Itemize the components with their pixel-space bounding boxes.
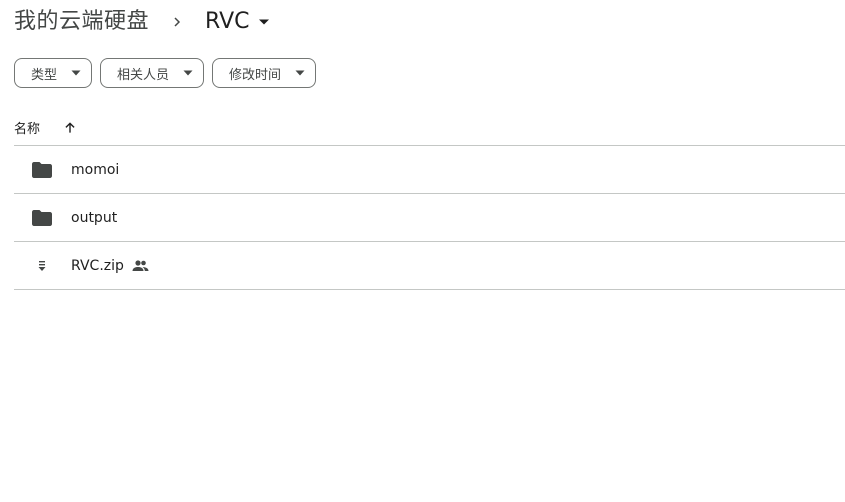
file-name: RVC.zip xyxy=(71,257,124,274)
breadcrumb-root-my-drive[interactable]: 我的云端硬盘 xyxy=(14,4,149,40)
folder-icon xyxy=(31,161,53,178)
file-name: output xyxy=(71,209,118,226)
chevron-right-icon xyxy=(149,4,205,40)
file-name: momoi xyxy=(71,161,120,178)
table-row[interactable]: output xyxy=(14,194,845,242)
arrow-up-icon[interactable] xyxy=(60,118,80,138)
caret-down-icon xyxy=(258,18,270,26)
table-row[interactable]: momoi xyxy=(14,146,845,194)
drive-page: 我的云端硬盘 RVC 类型 相关人员 修改时间 名称 momoi output … xyxy=(0,0,845,502)
zip-icon xyxy=(31,260,53,272)
breadcrumb: 我的云端硬盘 RVC xyxy=(14,4,270,40)
breadcrumb-current-folder[interactable]: RVC xyxy=(205,4,270,40)
filter-modified-button[interactable]: 修改时间 xyxy=(212,58,317,88)
folder-icon xyxy=(31,209,53,226)
filter-type-label: 类型 xyxy=(31,67,58,83)
table-row[interactable]: RVC.zip xyxy=(14,242,845,290)
caret-down-icon xyxy=(71,70,81,76)
caret-down-icon xyxy=(183,70,193,76)
people-icon xyxy=(132,259,149,272)
filter-people-label: 相关人员 xyxy=(117,67,170,83)
file-list: momoi output RVC.zip xyxy=(14,146,845,290)
breadcrumb-current-label: RVC xyxy=(205,9,250,34)
column-name-header[interactable]: 名称 xyxy=(14,118,40,137)
caret-down-icon xyxy=(295,70,305,76)
file-list-header: 名称 xyxy=(14,110,845,146)
filter-bar: 类型 相关人员 修改时间 xyxy=(14,58,317,88)
filter-people-button[interactable]: 相关人员 xyxy=(100,58,205,88)
filter-type-button[interactable]: 类型 xyxy=(14,58,93,88)
filter-modified-label: 修改时间 xyxy=(229,67,282,83)
